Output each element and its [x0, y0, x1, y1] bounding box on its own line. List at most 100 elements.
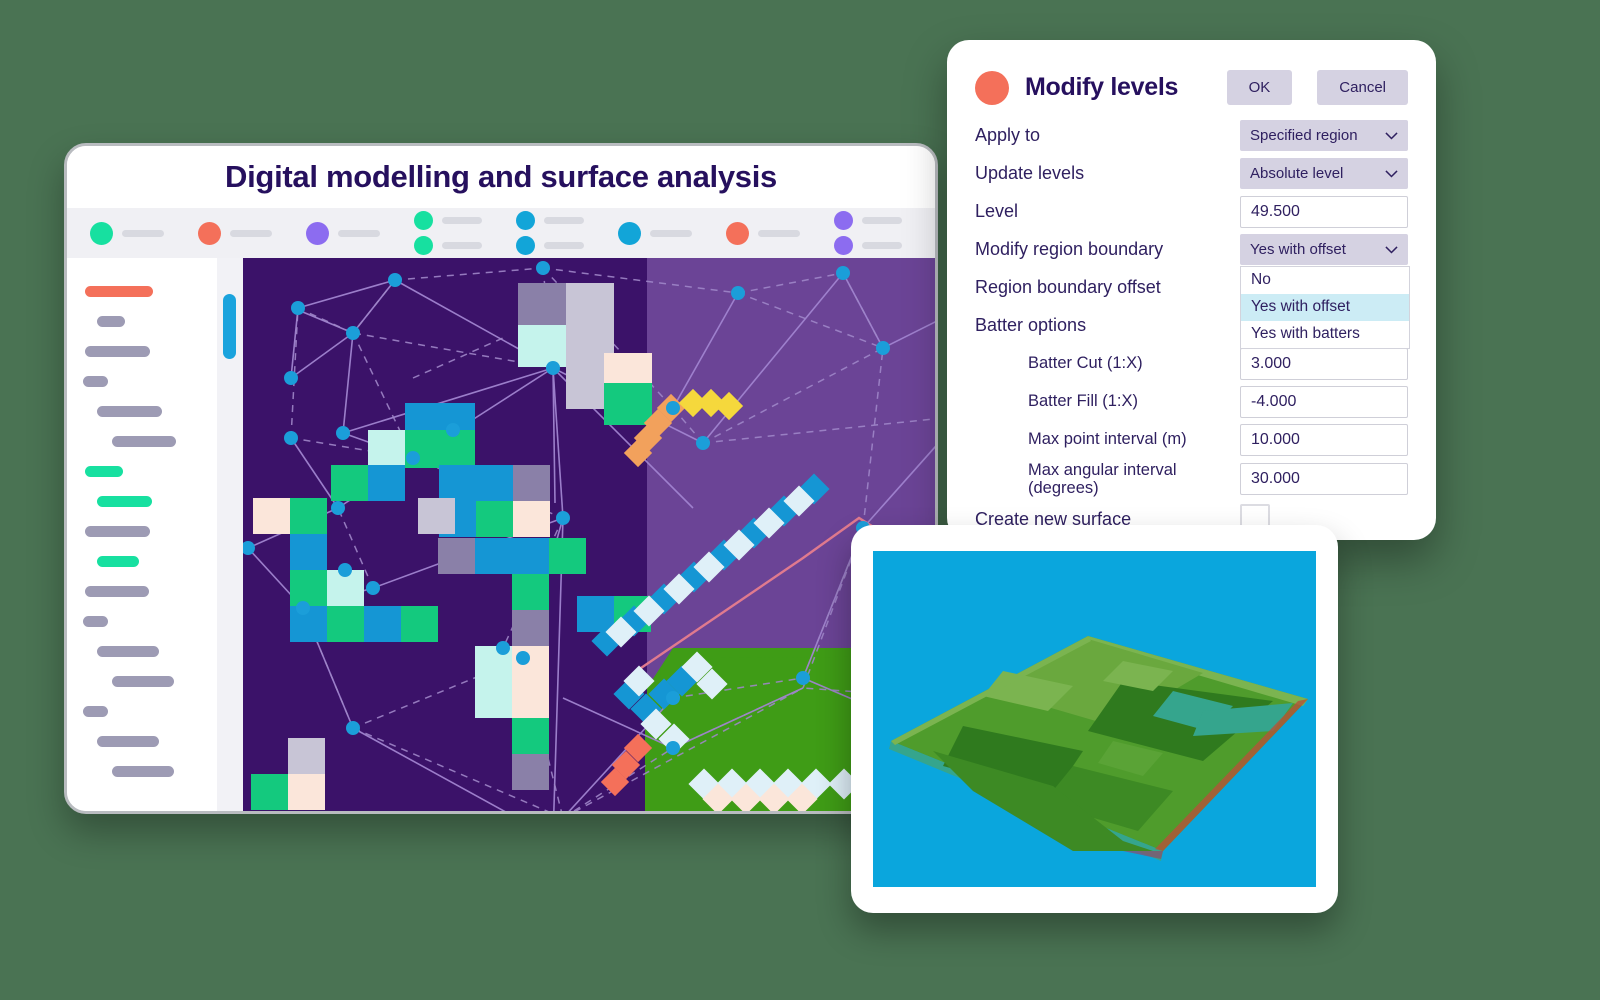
chevron-down-icon[interactable]: [1385, 131, 1398, 140]
field-control[interactable]: Specified region: [1240, 120, 1408, 151]
input-max-point-interval-m-[interactable]: 10.000: [1240, 423, 1408, 456]
form-row-1: Apply to Specified region: [975, 119, 1408, 152]
sidebar-item-13[interactable]: [67, 636, 217, 666]
field-label: Update levels: [975, 163, 1085, 184]
sidebar-item-4[interactable]: [67, 366, 217, 396]
sidebar-item-5[interactable]: [67, 396, 217, 426]
chevron-down-icon[interactable]: [1385, 169, 1398, 178]
select-update-levels[interactable]: Absolute level: [1240, 158, 1408, 189]
toolbar-dot-icon: [936, 211, 938, 230]
toolbar: [67, 208, 935, 258]
sidebar-item-bar: [97, 315, 125, 327]
cancel-button[interactable]: Cancel: [1317, 70, 1408, 105]
sidebar-item-9[interactable]: [67, 516, 217, 546]
form-row-8: Batter Fill (1:X) -4.000: [975, 385, 1408, 418]
dialog-accent-icon: [975, 70, 1009, 105]
toolbar-dot-icon: [414, 236, 433, 255]
sidebar-item-bar: [85, 345, 150, 357]
canvas-graphics: [243, 258, 935, 811]
dropdown-option[interactable]: Yes with batters: [1241, 321, 1409, 348]
sidebar-item-12[interactable]: [67, 606, 217, 636]
toolbar-dot-icon: [516, 211, 535, 230]
input-batter-fill-1-x-[interactable]: -4.000: [1240, 385, 1408, 418]
select-apply-to[interactable]: Specified region: [1240, 120, 1408, 151]
field-label: Apply to: [975, 125, 1041, 146]
select-modify-region-boundary[interactable]: Yes with offset: [1240, 234, 1408, 265]
page-root: Digital modelling and surface analysis M…: [0, 0, 1600, 1000]
field-control[interactable]: 49.500: [1240, 195, 1408, 228]
sidebar-item-bar: [97, 405, 162, 417]
field-control[interactable]: 10.000: [1240, 423, 1408, 456]
dialog-title: Modify levels: [1025, 73, 1179, 101]
form-row-9: Max point interval (m) 10.000: [975, 423, 1408, 456]
toolbar-label-placeholder: [544, 242, 584, 249]
input-max-angular-interval-degrees-[interactable]: 30.000: [1240, 463, 1408, 496]
ok-button[interactable]: OK: [1226, 70, 1293, 105]
sidebar-item-2[interactable]: [67, 306, 217, 336]
terrain-3d-render: [873, 551, 1316, 887]
field-control[interactable]: -4.000: [1240, 385, 1408, 418]
dropdown-option[interactable]: No: [1241, 267, 1409, 294]
sidebar-item-bar: [85, 465, 123, 477]
map-canvas[interactable]: [243, 258, 935, 811]
sidebar-item-bar: [85, 525, 150, 537]
toolbar-dot-icon: [306, 221, 329, 245]
field-control[interactable]: 3.000: [1240, 347, 1408, 380]
vertical-scrollbar[interactable]: [217, 258, 243, 811]
sidebar-item-3[interactable]: [67, 336, 217, 366]
sidebar-item-14[interactable]: [67, 666, 217, 696]
field-control[interactable]: Absolute level: [1240, 158, 1408, 189]
sidebar-item-8[interactable]: [67, 486, 217, 516]
toolbar-label-placeholder: [122, 229, 164, 237]
form-row-3: Level 49.500: [975, 195, 1408, 228]
toolbar-group-4[interactable]: [397, 211, 499, 255]
sidebar-item-bar: [83, 615, 108, 627]
field-label: Level: [975, 201, 1019, 222]
sidebar-item-bar: [97, 645, 159, 657]
toolbar-group-8[interactable]: [817, 211, 919, 255]
field-control[interactable]: Yes with offset No Yes with offset Yes with…: [1240, 234, 1410, 349]
toolbar-group-2[interactable]: [181, 221, 289, 245]
field-label: Batter Cut (1:X): [1028, 354, 1143, 373]
sidebar-item-bar: [97, 735, 159, 747]
form-row-2: Update levels Absolute level: [975, 157, 1408, 190]
sidebar-item-7[interactable]: [67, 456, 217, 486]
toolbar-label-placeholder: [758, 229, 800, 237]
toolbar-group-5[interactable]: [499, 211, 601, 255]
sidebar: [67, 258, 217, 811]
toolbar-group-1[interactable]: [73, 221, 181, 245]
sidebar-item-6[interactable]: [67, 426, 217, 456]
sidebar-item-17[interactable]: [67, 756, 217, 786]
sidebar-item-bar: [112, 765, 174, 777]
sidebar-item-16[interactable]: [67, 726, 217, 756]
sidebar-item-11[interactable]: [67, 576, 217, 606]
select-value: Absolute level: [1250, 165, 1344, 182]
terrain-3d-viewport[interactable]: [873, 551, 1316, 887]
sidebar-item-15[interactable]: [67, 696, 217, 726]
dialog-form: Apply to Specified region Update levels Abs…: [947, 105, 1436, 536]
sidebar-item-bar: [97, 495, 152, 507]
chevron-down-icon[interactable]: [1385, 245, 1398, 254]
app-body: [67, 258, 935, 811]
field-label: Region boundary offset: [975, 277, 1161, 298]
input-batter-cut-1-x-[interactable]: 3.000: [1240, 347, 1408, 380]
sidebar-item-10[interactable]: [67, 546, 217, 576]
toolbar-group-6[interactable]: [601, 221, 709, 245]
dropdown-options-list[interactable]: No Yes with offset Yes with batters: [1240, 266, 1410, 349]
toolbar-group-9[interactable]: [919, 211, 938, 255]
dropdown-option[interactable]: Yes with offset: [1241, 293, 1409, 321]
toolbar-label-placeholder: [442, 217, 482, 224]
scrollbar-thumb[interactable]: [223, 294, 236, 359]
field-control[interactable]: 30.000: [1240, 463, 1408, 496]
sidebar-item-1[interactable]: [67, 276, 217, 306]
input-level[interactable]: 49.500: [1240, 195, 1408, 228]
toolbar-label-placeholder: [650, 229, 692, 237]
toolbar-dot-icon: [90, 221, 113, 245]
terrain-3d-panel: [851, 525, 1338, 913]
toolbar-group-7[interactable]: [709, 221, 817, 245]
form-row-4: Modify region boundary Yes with offset No Y…: [975, 233, 1410, 349]
toolbar-group-3[interactable]: [289, 221, 397, 245]
toolbar-dot-icon: [834, 211, 853, 230]
toolbar-dot-icon: [618, 221, 641, 245]
sidebar-item-bar: [112, 675, 174, 687]
